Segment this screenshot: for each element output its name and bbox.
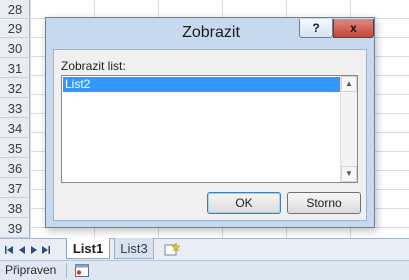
list-item[interactable]: List2	[63, 77, 340, 92]
row-header[interactable]: 36	[0, 159, 30, 178]
status-divider	[66, 263, 67, 278]
row-header[interactable]: 30	[0, 39, 30, 58]
row-header[interactable]: 38	[0, 199, 30, 218]
list-label: Zobrazit list:	[61, 59, 126, 73]
help-button[interactable]: ?	[299, 19, 333, 38]
row-header[interactable]: 33	[0, 99, 30, 118]
listbox-scrollbar[interactable]: ▲ ▼	[340, 76, 357, 182]
next-sheet-icon[interactable]	[29, 244, 39, 256]
status-text: Připraven	[5, 263, 57, 277]
last-sheet-icon[interactable]	[41, 244, 51, 256]
row-header[interactable]: 32	[0, 79, 30, 98]
ok-button[interactable]: OK	[207, 192, 281, 214]
sheet-tabs-bar: List1 List3	[0, 238, 409, 260]
insert-sheet-icon[interactable]	[164, 242, 182, 257]
row-headers: 28 29 30 31 32 33 34 35 36 37 38 39	[0, 0, 30, 238]
close-button[interactable]: x	[333, 19, 374, 38]
row-header[interactable]: 29	[0, 19, 30, 38]
dialog-titlebar[interactable]: Zobrazit ? x	[46, 18, 374, 50]
status-bar: Připraven	[0, 260, 409, 280]
cancel-button[interactable]: Storno	[287, 192, 361, 214]
row-header[interactable]: 28	[0, 0, 30, 19]
previous-sheet-icon[interactable]	[17, 244, 27, 256]
row-header[interactable]: 37	[0, 179, 30, 198]
dialog-content: Zobrazit list: List2 ▲ ▼ OK Storno	[53, 49, 367, 221]
first-sheet-icon[interactable]	[4, 244, 14, 256]
sheet-tab-list3[interactable]: List3	[114, 238, 154, 259]
sheet-listbox[interactable]: List2 ▲ ▼	[61, 75, 358, 183]
scroll-down-icon[interactable]: ▼	[341, 166, 357, 182]
row-header[interactable]: 35	[0, 139, 30, 158]
row-header[interactable]: 39	[0, 219, 30, 238]
macro-record-icon[interactable]	[75, 264, 89, 277]
scroll-up-icon[interactable]: ▲	[341, 76, 357, 92]
row-header[interactable]: 31	[0, 59, 30, 78]
list-label-text: Zobrazit list:	[61, 59, 126, 73]
row-header[interactable]: 34	[0, 119, 30, 138]
sheet-tab-list1[interactable]: List1	[66, 238, 110, 259]
unhide-sheet-dialog: Zobrazit ? x Zobrazit list: List2 ▲ ▼ OK…	[45, 17, 375, 228]
